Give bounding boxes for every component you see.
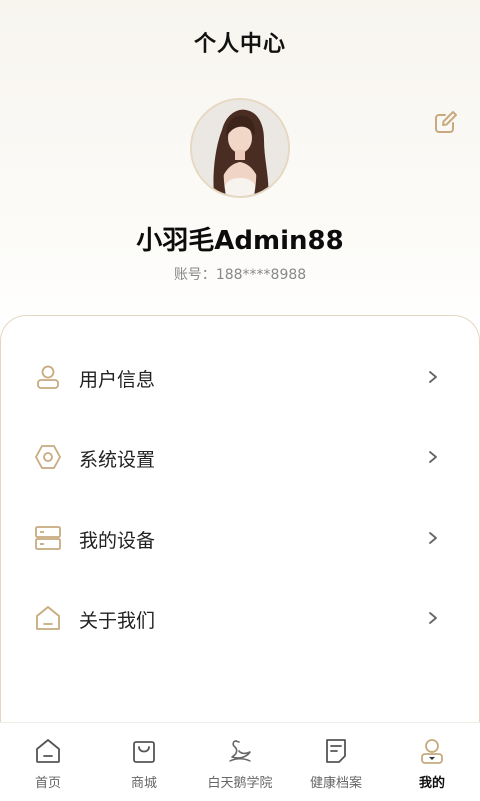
avatar[interactable] <box>190 98 290 198</box>
tab-health-records[interactable]: 健康档案 <box>288 723 384 801</box>
menu-card: 用户信息 系统设置 我的设备 关于我们 <box>0 315 480 735</box>
menu-item-label: 关于我们 <box>79 610 156 632</box>
account-value: 188****8988 <box>215 267 307 283</box>
tab-mine[interactable]: 我的 <box>384 723 480 801</box>
tab-label: 商城 <box>130 776 157 791</box>
tab-label: 首页 <box>34 776 61 791</box>
tab-swan-academy[interactable]: 白天鹅学院 <box>192 723 288 801</box>
tab-label: 我的 <box>418 776 445 791</box>
account-number: 账号：188****8988 <box>0 264 480 284</box>
account-label: 账号： <box>173 267 216 283</box>
house-icon <box>33 604 63 632</box>
home-icon <box>36 739 60 763</box>
menu-item-my-devices[interactable]: 我的设备 <box>1 508 479 568</box>
tab-home[interactable]: 首页 <box>0 723 96 801</box>
chevron-right-icon <box>429 532 437 544</box>
shopping-bag-icon <box>133 741 155 763</box>
user-icon <box>33 363 63 391</box>
username: 小羽毛Admin88 <box>136 226 344 256</box>
edit-icon <box>435 111 457 133</box>
document-icon <box>326 739 346 763</box>
menu-item-user-info[interactable]: 用户信息 <box>1 347 479 407</box>
menu-item-about-us[interactable]: 关于我们 <box>1 588 479 648</box>
bottom-tab-bar: 首页 商城 白天鹅学院 健康档案 我的 <box>0 722 480 801</box>
page-title: 个人中心 <box>193 32 286 57</box>
menu-item-label: 用户信息 <box>79 369 156 391</box>
device-icon <box>33 524 63 552</box>
tab-label: 白天鹅学院 <box>207 776 273 791</box>
tab-mall[interactable]: 商城 <box>96 723 192 801</box>
chevron-right-icon <box>429 612 437 624</box>
menu-item-system-settings[interactable]: 系统设置 <box>1 427 479 487</box>
edit-profile-button[interactable] <box>430 106 462 138</box>
chevron-right-icon <box>429 371 437 383</box>
chevron-right-icon <box>429 451 437 463</box>
menu-item-label: 系统设置 <box>79 449 156 471</box>
menu-item-label: 我的设备 <box>79 530 156 552</box>
swan-icon <box>229 740 251 762</box>
settings-hexagon-icon <box>33 443 63 471</box>
person-icon <box>421 739 443 764</box>
avatar-image <box>192 100 288 196</box>
tab-label: 健康档案 <box>309 776 362 791</box>
